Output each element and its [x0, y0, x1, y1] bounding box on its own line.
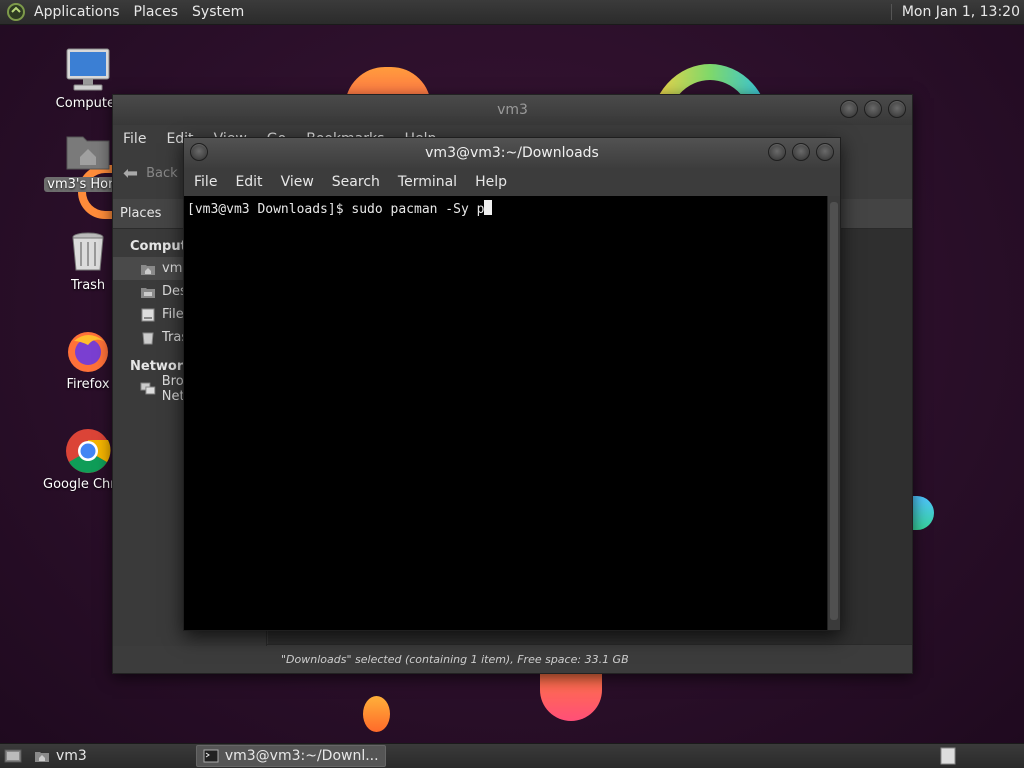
- terminal-icon: [203, 749, 219, 763]
- back-button[interactable]: Back: [146, 166, 178, 181]
- menu-search[interactable]: Search: [323, 174, 389, 190]
- desktop-folder-icon: [141, 287, 155, 298]
- applications-menu[interactable]: Applications: [27, 4, 127, 20]
- taskbar-item-file-manager[interactable]: vm3: [28, 745, 93, 767]
- text-cursor: [484, 200, 493, 215]
- top-panel: Applications Places System Mon Jan 1, 13…: [0, 0, 1024, 25]
- clock[interactable]: Mon Jan 1, 13:20: [890, 4, 1024, 20]
- distro-logo-icon[interactable]: [6, 2, 26, 22]
- desktop-icon-label: Firefox: [66, 377, 110, 392]
- home-folder-icon: [35, 752, 49, 762]
- places-menu[interactable]: Places: [127, 4, 186, 20]
- computer-icon: [66, 48, 110, 91]
- workspace-switcher-icon[interactable]: [940, 747, 956, 765]
- menu-terminal[interactable]: Terminal: [389, 174, 466, 190]
- decorative-blob: [912, 496, 934, 530]
- scrollbar-thumb[interactable]: [830, 202, 838, 620]
- minimize-button[interactable]: [768, 143, 786, 161]
- menu-help[interactable]: Help: [466, 174, 516, 190]
- menu-file[interactable]: File: [113, 131, 156, 147]
- menu-view[interactable]: View: [272, 174, 323, 190]
- terminal-titlebar[interactable]: vm3@vm3:~/Downloads: [184, 138, 840, 168]
- show-desktop-icon[interactable]: [4, 748, 22, 764]
- terminal-window: vm3@vm3:~/Downloads File Edit View Searc…: [183, 137, 841, 631]
- taskbar-item-label: vm3@vm3:~/Downl...: [224, 748, 379, 764]
- close-button[interactable]: [816, 143, 834, 161]
- terminal-scrollbar[interactable]: [827, 196, 840, 630]
- minimize-button[interactable]: [840, 100, 858, 118]
- firefox-icon: [68, 332, 108, 372]
- window-controls: [840, 100, 906, 118]
- trash-icon: [142, 332, 154, 344]
- back-arrow-icon: ⬅: [123, 162, 139, 184]
- desktop-icon-label: Trash: [70, 278, 106, 293]
- taskbar-item-terminal[interactable]: vm3@vm3:~/Downl...: [195, 745, 386, 767]
- status-bar: "Downloads" selected (containing 1 item)…: [267, 644, 912, 673]
- terminal-prompt: [vm3@vm3 Downloads]$: [187, 202, 352, 217]
- taskbar-item-label: vm3: [56, 748, 87, 764]
- network-icon: [140, 382, 156, 394]
- window-title: vm3: [497, 102, 528, 118]
- close-button[interactable]: [888, 100, 906, 118]
- trash-icon: [72, 232, 104, 271]
- file-manager-titlebar[interactable]: vm3: [113, 95, 912, 125]
- terminal-menubar: File Edit View Search Terminal Help: [184, 168, 840, 196]
- system-menu[interactable]: System: [185, 4, 251, 20]
- maximize-button[interactable]: [864, 100, 882, 118]
- bottom-panel: vm3 vm3@vm3:~/Downl...: [0, 743, 1024, 768]
- maximize-button[interactable]: [792, 143, 810, 161]
- window-controls: [768, 143, 834, 161]
- menu-edit[interactable]: Edit: [226, 174, 271, 190]
- decorative-blob: [363, 696, 390, 732]
- home-folder-icon: [66, 136, 110, 170]
- window-title: vm3@vm3:~/Downloads: [425, 145, 599, 161]
- desktop-icon-label: Computer: [55, 96, 121, 111]
- drive-icon: [141, 308, 155, 321]
- terminal-output[interactable]: [vm3@vm3 Downloads]$ sudo pacman -Sy p: [184, 196, 827, 630]
- chrome-icon: [66, 429, 111, 473]
- menu-file[interactable]: File: [185, 174, 226, 190]
- home-icon: [141, 264, 155, 275]
- terminal-command: sudo pacman -Sy p: [351, 202, 485, 217]
- window-menu-button[interactable]: [190, 143, 208, 161]
